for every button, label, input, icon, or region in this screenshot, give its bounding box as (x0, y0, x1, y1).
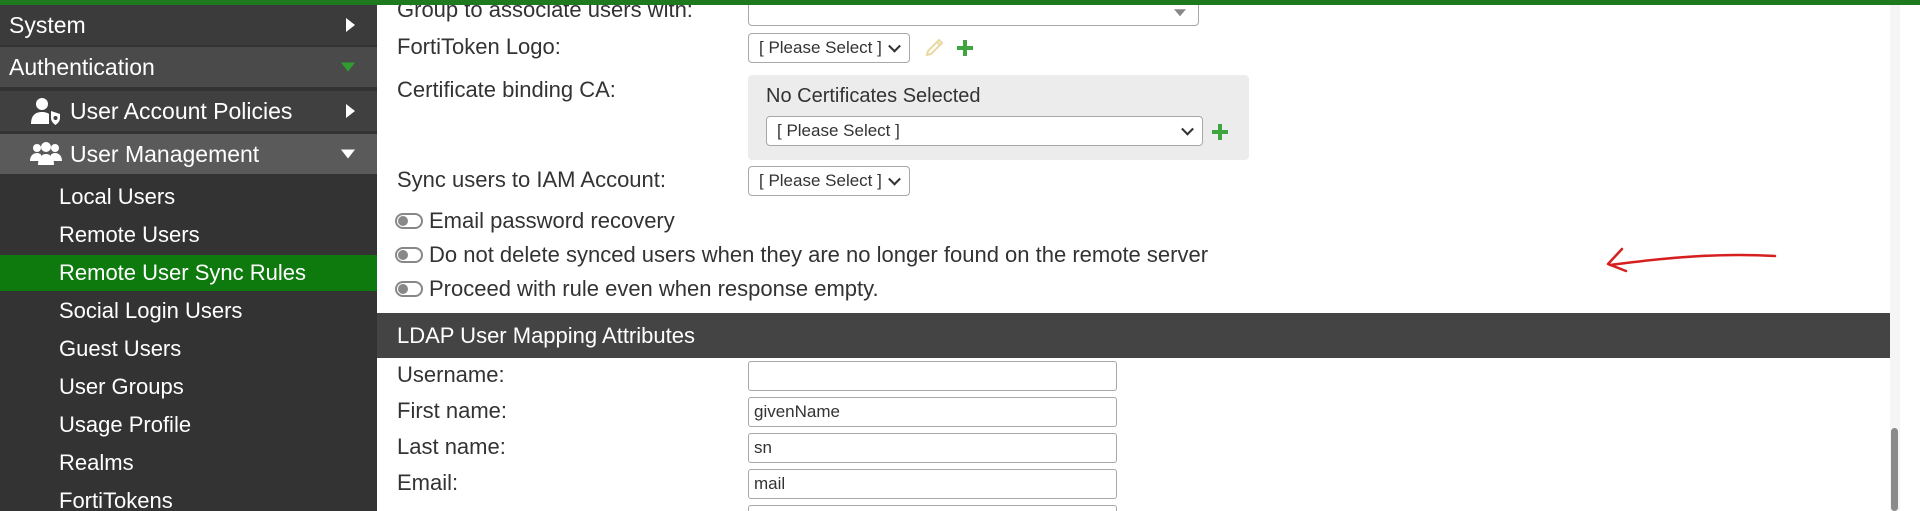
sidebar-item-user-groups[interactable]: User Groups (0, 369, 377, 405)
cert-ca-select[interactable]: [ Please Select ] (766, 116, 1203, 146)
chevron-down-icon (1174, 8, 1186, 16)
section-title: LDAP User Mapping Attributes (397, 322, 695, 348)
first-name-label: First name: (397, 398, 508, 423)
sidebar-item-realms[interactable]: Realms (0, 445, 377, 481)
sidebar-item-local-users[interactable]: Local Users (0, 179, 377, 215)
sync-iam-label: Sync users to IAM Account: (397, 167, 667, 192)
username-label: Username: (397, 362, 505, 387)
cert-none-text: No Certificates Selected (766, 85, 981, 107)
chevron-down-icon (1181, 122, 1194, 136)
sidebar-item-label: User Management (70, 140, 260, 167)
sidebar-item-label: FortiTokens (59, 488, 173, 511)
chevron-down-icon (888, 172, 901, 186)
user-shield-icon (31, 98, 60, 125)
toggle-switch[interactable] (395, 213, 423, 229)
username-input[interactable] (748, 361, 1117, 391)
add-fortitoken-logo-plus-icon[interactable] (957, 40, 973, 56)
sidebar-item-user-management[interactable]: User Management (0, 134, 377, 174)
last-name-input[interactable] (748, 433, 1117, 463)
cert-ca-box: No Certificates Selected [ Please Select… (748, 75, 1249, 160)
pencil-icon[interactable] (924, 38, 944, 58)
sidebar-item-usage-profile[interactable]: Usage Profile (0, 407, 377, 443)
toggle-label: Email password recovery (429, 208, 675, 233)
first-name-input[interactable] (748, 397, 1117, 427)
email-label: Email: (397, 470, 459, 495)
sidebar-item-label: Guest Users (59, 336, 182, 361)
email-password-recovery-toggle[interactable]: Email password recovery (395, 207, 675, 235)
cert-ca-label: Certificate binding CA: (397, 77, 616, 102)
fortitoken-logo-label: FortiToken Logo: (397, 34, 561, 59)
sidebar-item-label: Remote Users (59, 222, 200, 247)
chevron-down-icon (341, 62, 355, 72)
sidebar-item-label: Local Users (59, 184, 176, 209)
email-input[interactable] (748, 469, 1117, 499)
select-value: [ Please Select ] (759, 38, 882, 57)
sidebar-item-label: Remote User Sync Rules (59, 260, 306, 285)
sidebar-item-remote-user-sync-rules[interactable]: Remote User Sync Rules (0, 255, 377, 291)
scrollbar-thumb[interactable] (1891, 428, 1898, 511)
sidebar-item-label: Realms (59, 450, 134, 475)
add-cert-plus-icon[interactable] (1212, 124, 1228, 140)
sidebar-item-label: System (9, 11, 86, 38)
sidebar-item-user-account-policies[interactable]: User Account Policies (0, 91, 377, 131)
ldap-section-header: LDAP User Mapping Attributes (377, 313, 1900, 358)
sidebar-item-label: User Account Policies (70, 97, 293, 124)
group-label: Group to associate users with: (397, 5, 693, 22)
group-select[interactable] (748, 5, 1199, 26)
toggle-knob (398, 216, 408, 226)
fortitoken-logo-select[interactable]: [ Please Select ] (748, 33, 910, 63)
chevron-right-icon (346, 104, 355, 118)
sidebar-item-social-login-users[interactable]: Social Login Users (0, 293, 377, 329)
proceed-empty-response-toggle[interactable]: Proceed with rule even when response emp… (395, 275, 879, 303)
sidebar-item-remote-users[interactable]: Remote Users (0, 217, 377, 253)
toggle-knob (398, 250, 408, 260)
sync-iam-select[interactable]: [ Please Select ] (748, 166, 910, 196)
sidebar: System Authentication User Account Polic… (0, 5, 377, 511)
toggle-label: Do not delete synced users when they are… (429, 242, 1209, 267)
sidebar-item-label: Usage Profile (59, 412, 192, 437)
toggle-switch[interactable] (395, 281, 423, 297)
chevron-right-icon (346, 18, 355, 32)
sidebar-item-system[interactable]: System (0, 5, 377, 45)
do-not-delete-synced-users-toggle[interactable]: Do not delete synced users when they are… (395, 241, 1208, 269)
sidebar-item-label: Authentication (9, 53, 155, 80)
toggle-knob (398, 284, 408, 294)
users-group-icon (30, 142, 62, 165)
sidebar-item-fortitokens[interactable]: FortiTokens (0, 483, 377, 511)
toggle-switch[interactable] (395, 247, 423, 263)
sidebar-item-guest-users[interactable]: Guest Users (0, 331, 377, 367)
last-name-label: Last name: (397, 434, 506, 459)
annotation-arrow-icon (1606, 247, 1777, 273)
next-field-input[interactable] (748, 505, 1117, 511)
sidebar-item-label: User Groups (59, 374, 184, 399)
main-content: Group to associate users with: FortiToke… (377, 5, 1900, 511)
chevron-down-icon (341, 149, 355, 159)
chevron-down-icon (888, 39, 901, 53)
sidebar-item-authentication[interactable]: Authentication (0, 47, 377, 87)
toggle-label: Proceed with rule even when response emp… (429, 276, 879, 301)
select-value: [ Please Select ] (759, 171, 882, 190)
sidebar-item-label: Social Login Users (59, 298, 243, 323)
select-value: [ Please Select ] (777, 121, 900, 140)
